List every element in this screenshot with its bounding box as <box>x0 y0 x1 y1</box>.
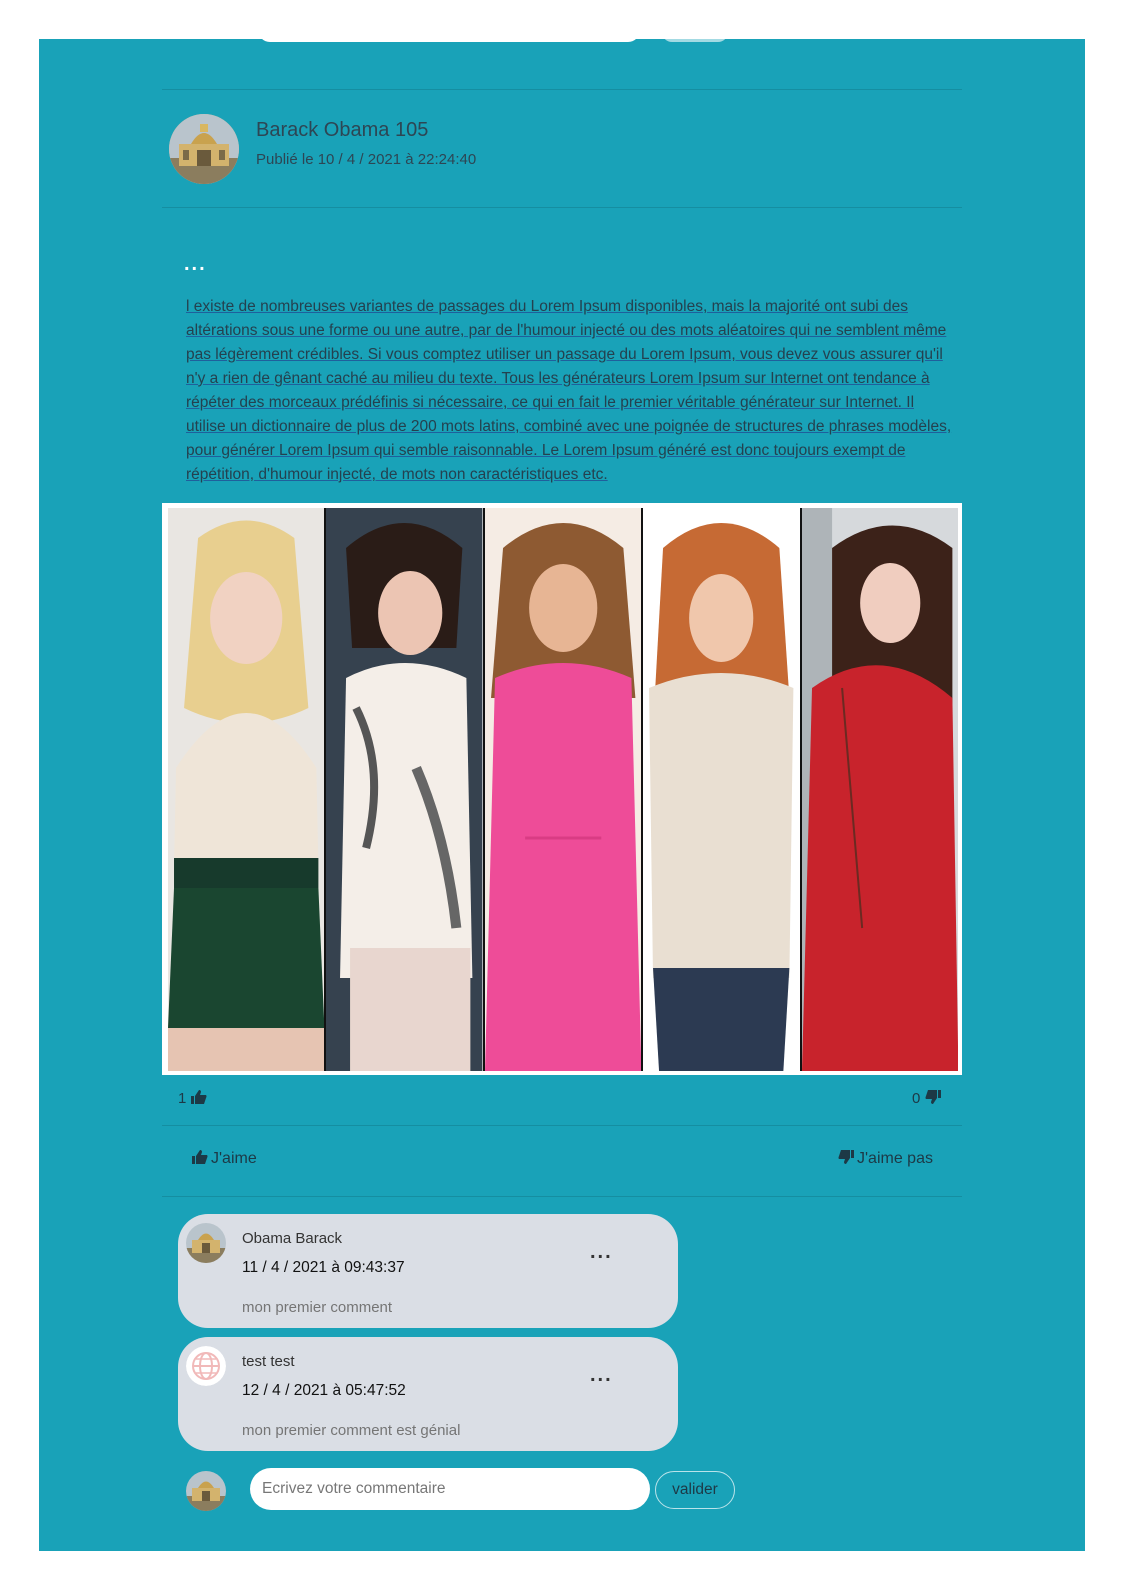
comment-text: mon premier comment <box>242 1299 393 1316</box>
post-date: Publié le 10 / 4 / 2021 à 22:24:40 <box>256 151 477 168</box>
comment-author[interactable]: Obama Barack <box>242 1230 342 1247</box>
thumbs-up-icon <box>190 1090 207 1104</box>
top-button-stub[interactable] <box>662 30 728 42</box>
composer-avatar <box>186 1471 226 1511</box>
post-body-text[interactable]: l existe de nombreuses variantes de pass… <box>186 295 954 487</box>
dislike-count-value: 0 <box>912 1090 921 1107</box>
thumbs-down-icon <box>925 1090 941 1104</box>
photo-panel <box>484 508 644 1071</box>
comment-avatar <box>186 1223 226 1263</box>
globe-avatar-icon <box>186 1346 226 1386</box>
comment-item: Obama Barack 11 / 4 / 2021 à 09:43:37 mo… <box>178 1214 678 1328</box>
submit-comment-button[interactable]: valider <box>655 1471 735 1509</box>
like-button[interactable]: J'aime <box>192 1150 257 1168</box>
comment-date: 11 / 4 / 2021 à 09:43:37 <box>242 1259 405 1276</box>
divider <box>162 89 962 90</box>
photo-panel <box>643 508 802 1071</box>
post-image <box>162 503 962 1075</box>
like-count-value: 1 <box>178 1090 187 1107</box>
comment-date: 12 / 4 / 2021 à 05:47:52 <box>242 1382 406 1399</box>
thumbs-up-icon <box>192 1150 208 1164</box>
post-options-icon[interactable]: ... <box>184 254 207 274</box>
like-count: 1 <box>178 1090 210 1107</box>
divider <box>162 207 962 208</box>
photo-panel <box>168 508 327 1071</box>
thumbs-down-icon <box>838 1150 854 1164</box>
top-input-stub[interactable] <box>258 30 640 42</box>
dislike-button-label: J'aime pas <box>857 1150 933 1167</box>
comment-input[interactable] <box>250 1468 650 1510</box>
post-author[interactable]: Barack Obama 105 <box>256 119 428 142</box>
comment-item: test test 12 / 4 / 2021 à 05:47:52 mon p… <box>178 1337 678 1451</box>
divider <box>162 1125 962 1126</box>
comment-options-icon[interactable]: ... <box>590 1365 613 1385</box>
divider <box>162 1196 962 1197</box>
photo-panel <box>326 508 485 1071</box>
dislike-button[interactable]: J'aime pas <box>838 1150 933 1168</box>
comment-author[interactable]: test test <box>242 1353 295 1370</box>
comment-options-icon[interactable]: ... <box>590 1242 613 1262</box>
photo-panel <box>801 508 959 1071</box>
author-avatar <box>169 114 239 184</box>
comment-text: mon premier comment est génial <box>242 1422 461 1439</box>
dislike-count: 0 <box>912 1090 944 1107</box>
like-button-label: J'aime <box>211 1150 257 1167</box>
